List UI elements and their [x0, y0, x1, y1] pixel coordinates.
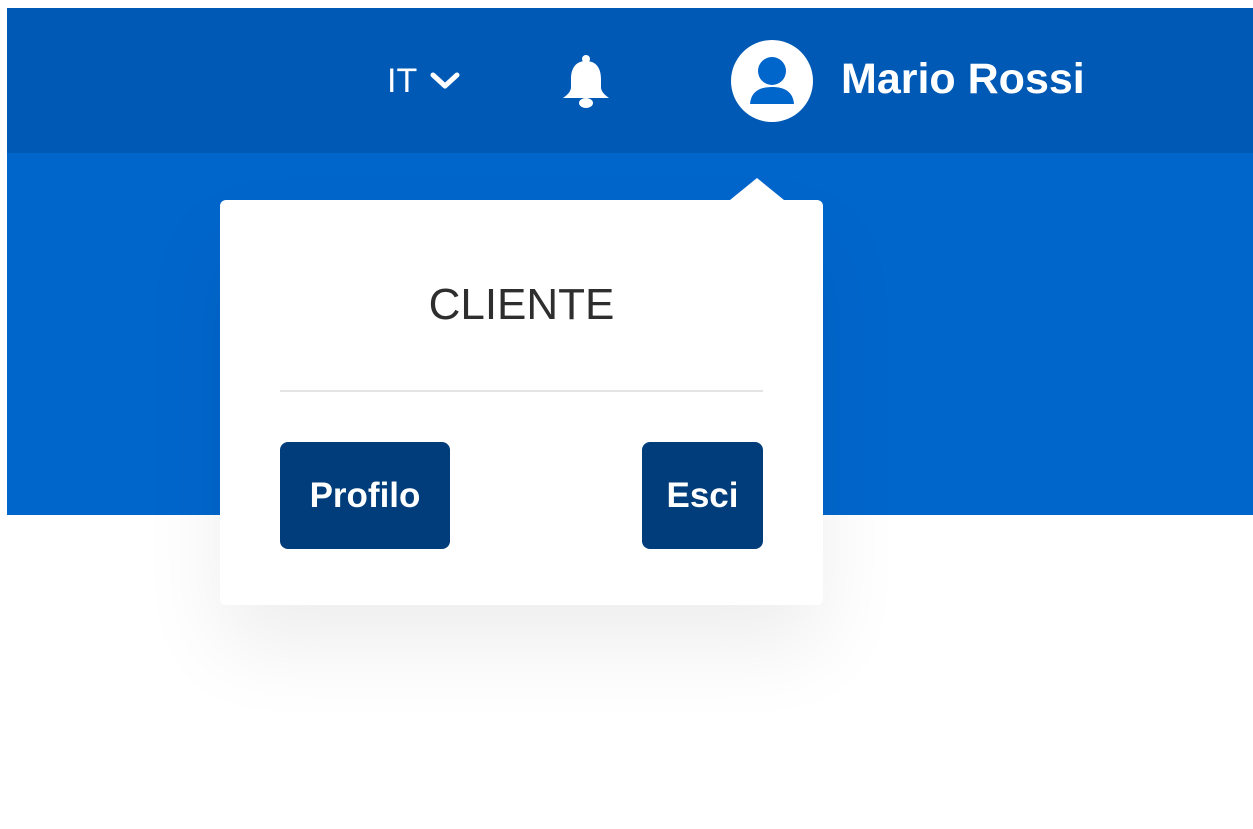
user-avatar-icon [731, 40, 813, 122]
user-name: Mario Rossi [841, 54, 1085, 103]
page: IT Mario Rossi CLIENTE Profilo Esci [0, 0, 1253, 829]
chevron-down-icon [430, 72, 460, 89]
user-menu-trigger[interactable]: Mario Rossi [731, 40, 1085, 122]
profile-button[interactable]: Profilo [280, 442, 450, 549]
logout-button[interactable]: Esci [642, 442, 763, 549]
user-role-label: CLIENTE [428, 280, 615, 329]
language-selector[interactable]: IT [387, 61, 461, 101]
language-label: IT [387, 62, 418, 100]
user-dropdown-menu: CLIENTE Profilo Esci [220, 178, 823, 605]
notifications-button[interactable] [557, 52, 615, 110]
menu-divider [280, 390, 763, 392]
bell-icon [563, 55, 609, 108]
